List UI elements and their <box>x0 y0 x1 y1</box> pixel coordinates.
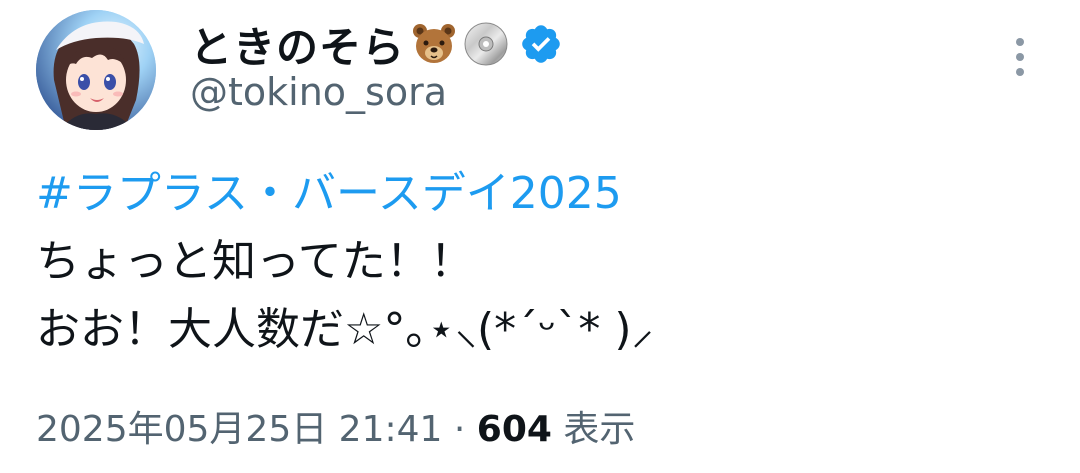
user-handle[interactable]: @tokino_sora <box>190 70 447 114</box>
tweet-meta: 2025年05月25日 21:41 · 604 表示 <box>36 400 635 452</box>
display-name-row: ときのそら <box>190 16 563 72</box>
verified-badge-icon[interactable] <box>519 22 563 66</box>
tweet-line-3: おお！大人数だ☆°｡⋆⸜(*ˊᵕˋ* )⸝ <box>36 304 654 355</box>
bear-face-icon <box>411 21 457 67</box>
tweet-text: #ラプラス・バースデイ2025 ちょっと知ってた！！ おお！大人数だ☆°｡⋆⸜(… <box>36 160 1046 364</box>
meta-separator: · <box>453 409 466 450</box>
vertical-ellipsis-icon <box>1016 38 1024 76</box>
avatar-illustration <box>36 10 156 130</box>
profile-avatar[interactable] <box>36 10 156 130</box>
tweet-card: ときのそら @tokino_sora #ラプラス・バースデイ2025 ちょっと知… <box>0 0 1080 473</box>
more-options-button[interactable] <box>1000 30 1040 86</box>
tweet-line-2: ちょっと知ってた！！ <box>36 236 474 287</box>
display-name[interactable]: ときのそら <box>190 14 405 75</box>
tweet-timestamp[interactable]: 2025年05月25日 21:41 <box>36 409 442 450</box>
dvd-icon <box>463 21 509 67</box>
views-label: 表示 <box>563 409 636 450</box>
views-count: 604 <box>476 409 552 450</box>
hashtag-link[interactable]: #ラプラス・バースデイ2025 <box>36 168 622 219</box>
